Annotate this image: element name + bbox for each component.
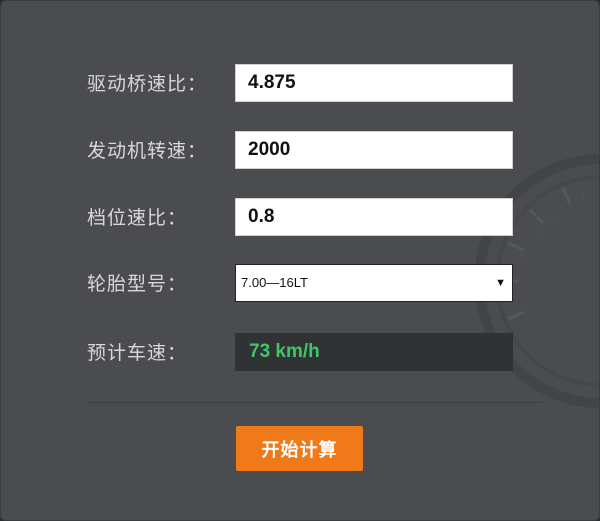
estimated-speed-value: 73 km/h	[235, 333, 513, 371]
dropdown-arrow-icon: ▼	[495, 277, 506, 289]
axle-ratio-row: 驱动桥速比：	[1, 64, 599, 104]
engine-speed-input[interactable]	[235, 131, 513, 169]
estimated-speed-row: 预计车速： 73 km/h	[1, 333, 599, 373]
engine-speed-row: 发动机转速：	[1, 131, 599, 171]
estimated-speed-label: 预计车速：	[87, 342, 188, 364]
axle-ratio-label: 驱动桥速比：	[87, 73, 208, 95]
gear-ratio-row: 档位速比：	[1, 198, 599, 238]
gear-ratio-input[interactable]	[235, 198, 513, 236]
tire-model-select[interactable]: 7.00—16LT ▼	[235, 264, 513, 302]
calculator-panel: 驱动桥速比： 发动机转速： 档位速比： 轮胎型号： 7.00—16LT ▼ 预计…	[0, 0, 600, 521]
axle-ratio-input[interactable]	[235, 64, 513, 102]
engine-speed-label: 发动机转速：	[87, 140, 208, 162]
divider	[87, 402, 543, 403]
gear-ratio-label: 档位速比：	[87, 207, 188, 229]
tire-model-row: 轮胎型号： 7.00—16LT ▼	[1, 264, 599, 304]
calculate-button[interactable]: 开始计算	[236, 426, 363, 471]
tire-model-selected-value: 7.00—16LT	[241, 275, 308, 290]
tire-model-label: 轮胎型号：	[87, 273, 188, 295]
